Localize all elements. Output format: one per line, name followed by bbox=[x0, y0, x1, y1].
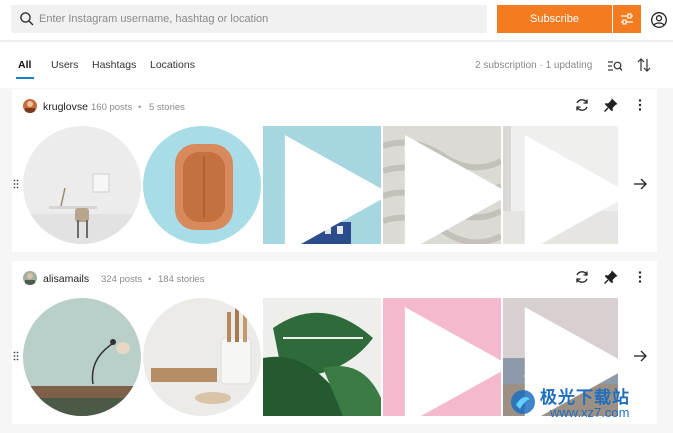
tab-hashtags[interactable]: Hashtags bbox=[92, 59, 136, 71]
story-thumbnail[interactable] bbox=[143, 126, 261, 244]
post-thumbnail[interactable] bbox=[263, 298, 381, 416]
sliders-icon bbox=[621, 13, 633, 25]
subscription-card: kruglovse 160 posts • 5 stories bbox=[12, 89, 657, 252]
active-tab-indicator bbox=[16, 77, 34, 79]
list-search-icon[interactable] bbox=[607, 58, 623, 74]
avatar[interactable] bbox=[23, 271, 37, 285]
sort-icon[interactable] bbox=[637, 57, 651, 73]
search-input[interactable] bbox=[39, 5, 479, 33]
watermark-url: www.xz7.com bbox=[550, 405, 630, 420]
posts-count: 160 posts bbox=[91, 102, 133, 113]
play-icon bbox=[404, 135, 501, 244]
video-thumbnail[interactable] bbox=[263, 126, 381, 244]
tab-locations[interactable]: Locations bbox=[150, 59, 195, 71]
watermark: 极光下载站 www.xz7.com bbox=[508, 383, 668, 427]
watermark-logo-icon bbox=[511, 390, 535, 414]
arrow-right-icon[interactable] bbox=[632, 348, 648, 364]
search-box[interactable] bbox=[11, 5, 487, 33]
video-thumbnail[interactable] bbox=[383, 298, 501, 416]
lamp-wall-icon bbox=[23, 298, 141, 416]
more-options-icon[interactable] bbox=[632, 97, 648, 113]
card-header: alisamails 324 posts • 184 stories bbox=[12, 261, 657, 291]
subscription-status: 2 subscription · 1 updating bbox=[475, 60, 593, 71]
username[interactable]: alisamails bbox=[43, 273, 89, 285]
card-header: kruglovse 160 posts • 5 stories bbox=[12, 89, 657, 119]
stories-count: 5 stories bbox=[149, 102, 185, 113]
drag-handle-icon[interactable] bbox=[13, 351, 19, 361]
separator-dot: • bbox=[148, 274, 152, 285]
story-thumbnail[interactable] bbox=[23, 126, 141, 244]
story-thumbnail[interactable] bbox=[143, 298, 261, 416]
filter-settings-button[interactable] bbox=[613, 5, 641, 33]
refresh-icon[interactable] bbox=[574, 269, 590, 285]
tab-all[interactable]: All bbox=[18, 59, 31, 71]
play-icon bbox=[524, 135, 618, 244]
posts-count: 324 posts bbox=[101, 274, 143, 285]
avatar[interactable] bbox=[23, 99, 37, 113]
top-bar: Subscribe bbox=[0, 0, 673, 40]
more-options-icon[interactable] bbox=[632, 269, 648, 285]
desk-chair-room-icon bbox=[23, 126, 141, 244]
pin-icon[interactable] bbox=[603, 269, 619, 285]
account-icon[interactable] bbox=[650, 11, 668, 29]
search-icon bbox=[20, 12, 34, 26]
subscribe-button[interactable]: Subscribe bbox=[497, 5, 612, 33]
tab-users[interactable]: Users bbox=[51, 59, 78, 71]
kitchen-utensils-icon bbox=[143, 298, 261, 416]
refresh-icon[interactable] bbox=[574, 97, 590, 113]
story-thumbnail[interactable] bbox=[23, 298, 141, 416]
orange-bowl-icon bbox=[143, 126, 261, 244]
arrow-right-icon[interactable] bbox=[632, 176, 648, 192]
stories-count: 184 stories bbox=[158, 274, 205, 285]
tabs-bar: All Users Hashtags Locations 2 subscript… bbox=[0, 42, 673, 88]
play-icon bbox=[284, 135, 381, 244]
username[interactable]: kruglovse bbox=[43, 101, 88, 113]
pin-icon[interactable] bbox=[603, 97, 619, 113]
play-icon bbox=[404, 307, 501, 416]
video-thumbnail[interactable] bbox=[503, 126, 618, 244]
video-thumbnail[interactable] bbox=[383, 126, 501, 244]
monstera-leaf-icon bbox=[263, 298, 381, 416]
drag-handle-icon[interactable] bbox=[13, 179, 19, 189]
separator-dot: • bbox=[138, 102, 142, 113]
